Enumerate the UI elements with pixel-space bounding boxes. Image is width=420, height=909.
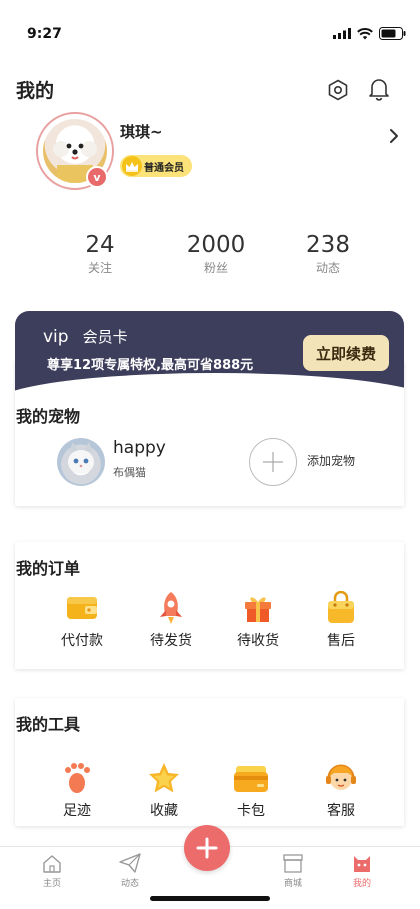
status-time: 9:27 — [27, 26, 62, 42]
add-post-button[interactable] — [184, 825, 230, 871]
order-label: 售后 — [327, 633, 355, 649]
vip-title-text: vip — [43, 327, 69, 347]
app-screen: 9:27 我的 v 琪琪~ 普通会员 24 关注 2000 粉丝 238 动态 … — [0, 0, 420, 909]
hexagon-settings-icon[interactable] — [325, 77, 351, 103]
card-wallet-icon — [231, 760, 271, 796]
cat-icon — [351, 852, 373, 874]
status-icons — [333, 27, 406, 40]
order-to-ship[interactable]: 待发货 — [136, 590, 206, 650]
vip-description: 尊享12项专属特权,最高可省888元 — [47, 358, 254, 373]
orders-title: 我的订单 — [16, 559, 81, 578]
plus-icon — [263, 452, 283, 472]
pet-name: happy — [113, 438, 166, 458]
bell-icon[interactable] — [366, 76, 392, 102]
battery-icon — [379, 27, 406, 40]
stat-value: 24 — [85, 232, 115, 258]
tool-label: 足迹 — [63, 803, 91, 819]
paper-plane-icon — [119, 852, 141, 874]
tools-title: 我的工具 — [16, 715, 81, 734]
renew-button[interactable]: 立即续费 — [303, 335, 389, 371]
footprint-icon — [57, 760, 97, 796]
tab-label: 主页 — [42, 879, 61, 889]
stat-value: 2000 — [186, 232, 246, 258]
wifi-icon — [357, 27, 373, 39]
tool-label: 收藏 — [150, 803, 178, 819]
stat-value: 238 — [306, 232, 350, 258]
verified-badge: v — [86, 166, 108, 188]
gift-icon — [238, 590, 278, 626]
stat-following[interactable]: 24 关注 — [55, 232, 145, 276]
stat-label: 关注 — [87, 261, 112, 275]
member-level-label: 普通会员 — [144, 162, 184, 174]
order-after-sales[interactable]: 售后 — [306, 590, 376, 650]
tab-label: 我的 — [352, 879, 371, 889]
add-pet-button[interactable] — [249, 438, 297, 486]
order-pending-payment[interactable]: 代付款 — [47, 590, 117, 650]
tab-shop[interactable]: 商城 — [268, 852, 318, 889]
order-label: 待收货 — [237, 633, 279, 649]
home-indicator — [150, 896, 270, 901]
tab-label: 商城 — [283, 879, 302, 889]
signal-icon — [333, 28, 351, 39]
add-pet-label[interactable]: 添加宠物 — [307, 452, 355, 469]
pet-avatar[interactable] — [57, 438, 105, 486]
star-icon — [144, 760, 184, 796]
order-to-receive[interactable]: 待收货 — [223, 590, 293, 650]
order-label: 代付款 — [61, 633, 103, 649]
tool-label: 卡包 — [237, 803, 265, 819]
plus-icon — [196, 837, 218, 859]
order-label: 待发货 — [150, 633, 192, 649]
home-icon — [41, 852, 63, 874]
service-icon — [321, 760, 361, 796]
tool-card-wallet[interactable]: 卡包 — [216, 760, 286, 820]
tab-feed[interactable]: 动态 — [105, 852, 155, 889]
vip-card-curve — [15, 373, 404, 391]
pets-title: 我的宠物 — [16, 407, 81, 426]
shop-icon — [282, 852, 304, 874]
stat-posts[interactable]: 238 动态 — [283, 232, 373, 276]
tool-footprint[interactable]: 足迹 — [42, 760, 112, 820]
member-level-badge: 普通会员 — [120, 155, 192, 177]
tab-mine[interactable]: 我的 — [337, 852, 387, 889]
chevron-right-icon[interactable] — [388, 128, 400, 148]
vip-title: vip 会员卡 — [43, 326, 128, 347]
rocket-icon — [151, 590, 191, 626]
stat-label: 粉丝 — [203, 261, 228, 275]
page-title: 我的 — [16, 80, 55, 102]
vip-subtitle: 会员卡 — [82, 328, 128, 346]
tool-customer-service[interactable]: 客服 — [306, 760, 376, 820]
tool-favorites[interactable]: 收藏 — [129, 760, 199, 820]
tab-label: 动态 — [120, 879, 139, 889]
stat-label: 动态 — [315, 261, 340, 275]
bag-icon — [321, 590, 361, 626]
pet-breed: 布偶猫 — [113, 466, 146, 479]
wallet-icon — [62, 590, 102, 626]
tab-home[interactable]: 主页 — [27, 852, 77, 889]
stat-fans[interactable]: 2000 粉丝 — [171, 232, 261, 276]
tool-label: 客服 — [327, 803, 355, 819]
crown-icon — [122, 156, 142, 176]
username: 琪琪~ — [120, 123, 163, 141]
